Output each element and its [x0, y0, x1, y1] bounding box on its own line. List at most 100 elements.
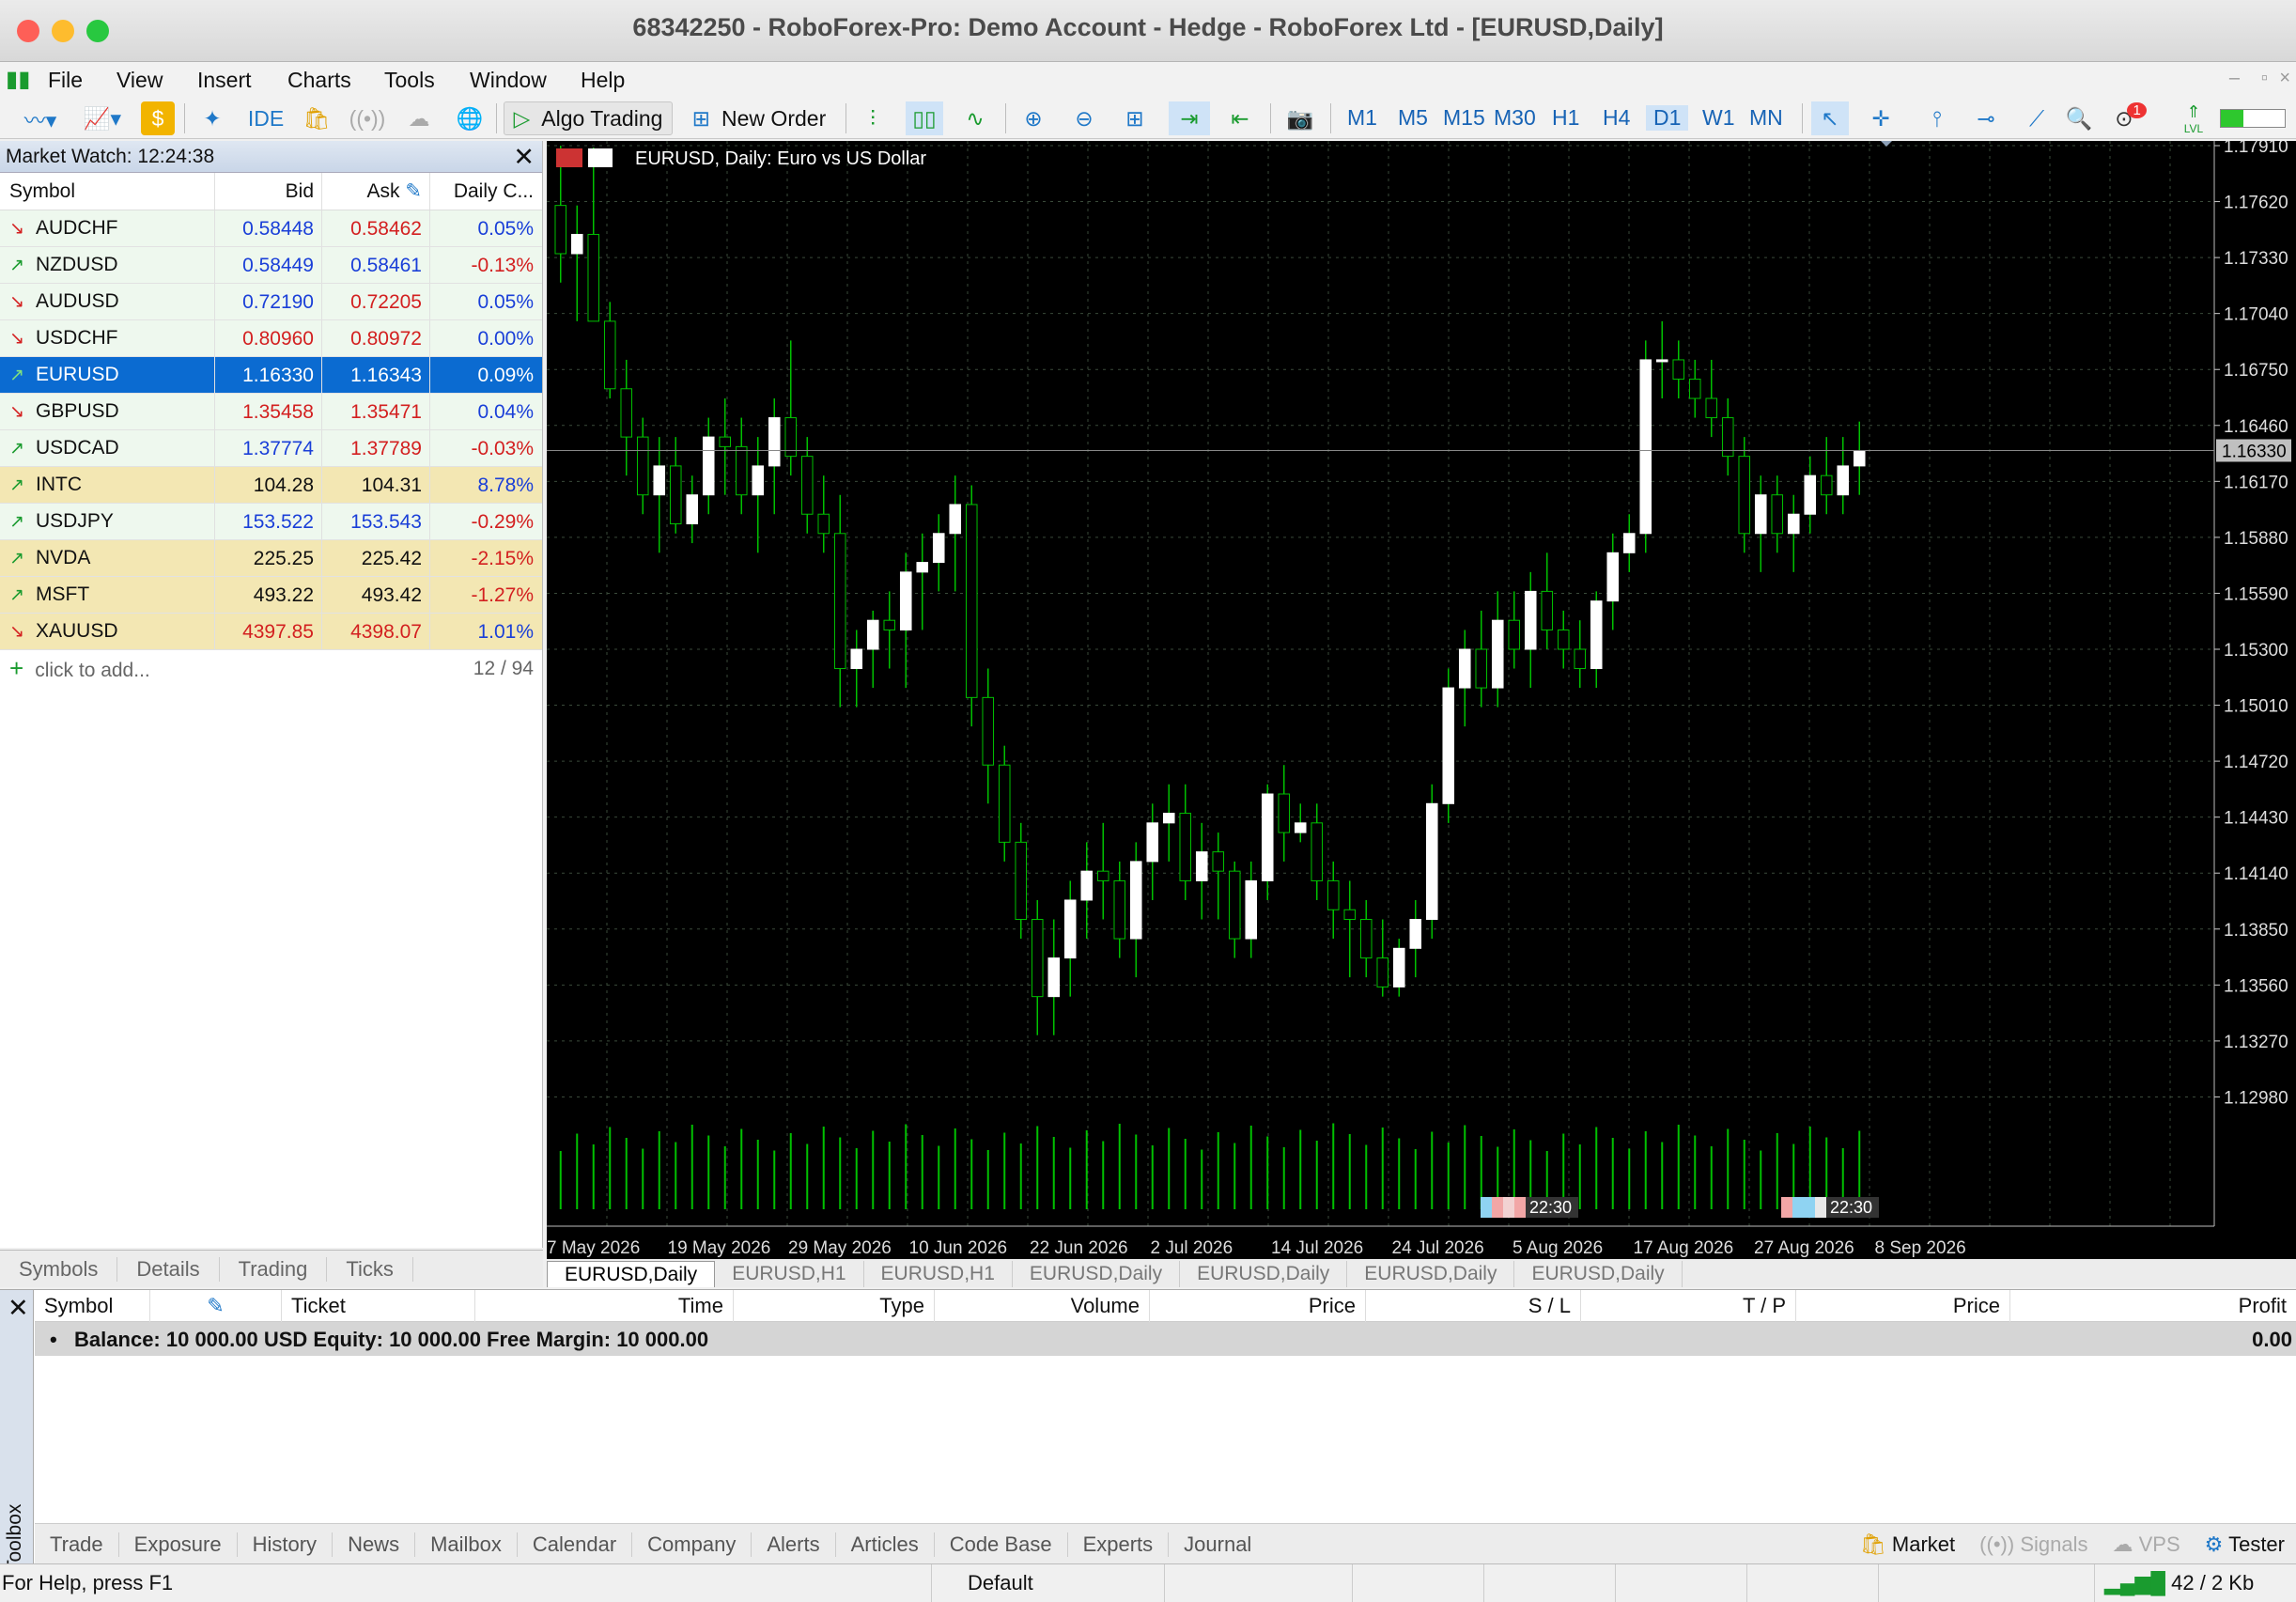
market-watch-row[interactable]: ↗ USDJPY 153.522 153.543 -0.29% [0, 504, 542, 540]
autoscroll-icon[interactable]: ⇥ [1169, 101, 1210, 135]
market-watch-row[interactable]: ↗ USDCAD 1.37774 1.37789 -0.03% [0, 430, 542, 467]
chart-tab[interactable]: EURUSD,Daily [1347, 1261, 1515, 1287]
tab-history[interactable]: History [238, 1532, 334, 1557]
market-watch-row[interactable]: ↗ NZDUSD 0.58449 0.58461 -0.13% [0, 247, 542, 284]
tab-articles[interactable]: Articles [836, 1532, 935, 1557]
screenshot-icon[interactable]: 📷 [1280, 101, 1321, 135]
market-watch-row[interactable]: ↘ AUDUSD 0.72190 0.72205 0.05% [0, 284, 542, 320]
tf-h1[interactable]: H1 [1552, 105, 1579, 131]
tab-exposure[interactable]: Exposure [119, 1532, 238, 1557]
col-type[interactable]: Type [734, 1290, 935, 1322]
chart-tab[interactable]: EURUSD,H1 [864, 1261, 1013, 1287]
col-profit[interactable]: Profit [2010, 1290, 2296, 1322]
tab-journal[interactable]: Journal [1169, 1532, 1266, 1557]
tab-symbols[interactable]: Symbols [0, 1256, 118, 1282]
balance-row[interactable]: • Balance: 10 000.00 USD Equity: 10 000.… [35, 1322, 2296, 1356]
line-icon[interactable]: ∿ [956, 101, 994, 135]
market-button[interactable]: 🛍 Market [1860, 1532, 1955, 1557]
tf-h4[interactable]: H4 [1603, 105, 1630, 131]
tf-m15[interactable]: M15 [1443, 105, 1485, 131]
chart-tab[interactable]: EURUSD,Daily [1514, 1261, 1683, 1287]
tab-mailbox[interactable]: Mailbox [415, 1532, 518, 1557]
tab-calendar[interactable]: Calendar [518, 1532, 633, 1557]
tester-button[interactable]: ⚙ Tester [2205, 1532, 2285, 1557]
tab-trading[interactable]: Trading [220, 1256, 328, 1282]
ide-button[interactable]: IDE [244, 101, 287, 135]
tab-company[interactable]: Company [632, 1532, 752, 1557]
bar-chart-icon[interactable]: ⫶ [855, 101, 891, 135]
chart-shift-icon[interactable]: ⇤ [1219, 101, 1261, 135]
col-symbol[interactable]: Symbol [0, 173, 215, 210]
tab-alerts[interactable]: Alerts [752, 1532, 836, 1557]
edit-icon[interactable]: ✎ [405, 180, 422, 202]
col-tp[interactable]: T / P [1581, 1290, 1796, 1322]
level-icon[interactable]: ⇑ LVL [2178, 101, 2210, 135]
market-watch-row[interactable]: ↗ NVDA 225.25 225.42 -2.15% [0, 540, 542, 577]
crosshair-icon[interactable]: ✛ [1862, 101, 1900, 135]
col-ask[interactable]: Ask ✎ [322, 173, 430, 210]
col-daily-change[interactable]: Daily C... [430, 173, 541, 210]
market-watch-row[interactable]: ↗ INTC 104.28 104.31 8.78% [0, 467, 542, 504]
zoom-out-icon[interactable]: ⊖ [1065, 101, 1103, 135]
chart-tab[interactable]: EURUSD,Daily [1180, 1261, 1348, 1287]
col-volume[interactable]: Volume [935, 1290, 1150, 1322]
menu-help[interactable]: Help [575, 64, 630, 97]
col-time[interactable]: Time [475, 1290, 734, 1322]
sparkle-icon[interactable]: ✦ [194, 101, 231, 135]
market-watch-row[interactable]: ↘ AUDCHF 0.58448 0.58462 0.05% [0, 210, 542, 247]
tf-m5[interactable]: M5 [1398, 105, 1428, 131]
col-current-price[interactable]: Price [1796, 1290, 2010, 1322]
candlestick-icon[interactable]: ▯▯ [906, 101, 943, 135]
tf-m1[interactable]: M1 [1347, 105, 1377, 131]
vps-cloud-icon[interactable]: ☁ [400, 101, 438, 135]
market-bag-icon[interactable]: 🛍 [299, 101, 334, 135]
menu-charts[interactable]: Charts [282, 64, 357, 97]
search-icon[interactable]: 🔍 [2063, 101, 2095, 135]
algo-trading-button[interactable]: ▷ Algo Trading [504, 101, 673, 135]
col-sl[interactable]: S / L [1366, 1290, 1581, 1322]
trendline-icon[interactable]: ⟋ [2018, 101, 2056, 135]
tile-windows-icon[interactable]: ⊞ [1116, 101, 1154, 135]
tf-w1[interactable]: W1 [1702, 105, 1735, 131]
tab-news[interactable]: News [333, 1532, 416, 1557]
signals-button[interactable]: ((•)) Signals [1979, 1532, 2087, 1557]
mdi-restore-icon[interactable]: ▫ [2261, 68, 2268, 89]
horizontal-line-icon[interactable]: ⊸ [1967, 101, 2005, 135]
tab-details[interactable]: Details [117, 1256, 220, 1282]
close-icon[interactable]: ✕ [8, 1294, 29, 1323]
line-chart-icon[interactable]: 〰▾ [13, 101, 68, 135]
add-symbol-row[interactable]: + click to add... 12 / 94 [0, 650, 542, 687]
edit-icon[interactable]: ✎ [150, 1290, 282, 1322]
globe-add-icon[interactable]: 🌐 [451, 101, 489, 135]
chart-tab[interactable]: EURUSD,Daily [547, 1261, 716, 1287]
mdi-minimize-icon[interactable]: – [2229, 68, 2240, 89]
market-watch-row[interactable]: ↘ XAUUSD 4397.85 4398.07 1.01% [0, 614, 542, 650]
profile-name[interactable]: Default [939, 1564, 1165, 1602]
tab-ticks[interactable]: Ticks [327, 1256, 413, 1282]
menu-window[interactable]: Window [464, 64, 552, 97]
menu-insert[interactable]: Insert [192, 64, 257, 97]
market-watch-row[interactable]: ↘ GBPUSD 1.35458 1.35471 0.04% [0, 394, 542, 430]
market-watch-row[interactable]: ↗ MSFT 493.22 493.42 -1.27% [0, 577, 542, 614]
tab-code-base[interactable]: Code Base [935, 1532, 1068, 1557]
col-ticket[interactable]: Ticket [282, 1290, 475, 1322]
menu-view[interactable]: View [111, 64, 168, 97]
cursor-icon[interactable]: ↖ [1811, 101, 1849, 135]
menu-tools[interactable]: Tools [379, 64, 441, 97]
tf-m30[interactable]: M30 [1494, 105, 1536, 131]
market-watch-row[interactable]: ↘ USDCHF 0.80960 0.80972 0.00% [0, 320, 542, 357]
mdi-close-icon[interactable]: × [2279, 68, 2290, 89]
market-watch-row[interactable]: ↗ EURUSD 1.16330 1.16343 0.09% [0, 357, 542, 394]
col-symbol[interactable]: Symbol [35, 1290, 150, 1322]
price-chart[interactable]: 1.17910 1.17620 1.17330 1.17040 1.16750 1.164… [547, 137, 2296, 1259]
tf-d1[interactable]: D1 [1646, 105, 1689, 131]
vps-button[interactable]: ☁ VPS [2112, 1532, 2180, 1557]
tf-mn[interactable]: MN [1749, 105, 1783, 131]
chart-tab[interactable]: EURUSD,H1 [715, 1261, 864, 1287]
menu-file[interactable]: File [42, 64, 88, 97]
chart-template-icon[interactable]: 📈▾ [73, 101, 132, 135]
tab-trade[interactable]: Trade [35, 1532, 119, 1557]
vertical-line-icon[interactable]: ⫯ [1922, 101, 1952, 135]
signals-icon[interactable]: ((•)) [349, 101, 386, 135]
chart-canvas[interactable]: 1.17910 1.17620 1.17330 1.17040 1.16750 1.164… [547, 137, 2296, 1259]
